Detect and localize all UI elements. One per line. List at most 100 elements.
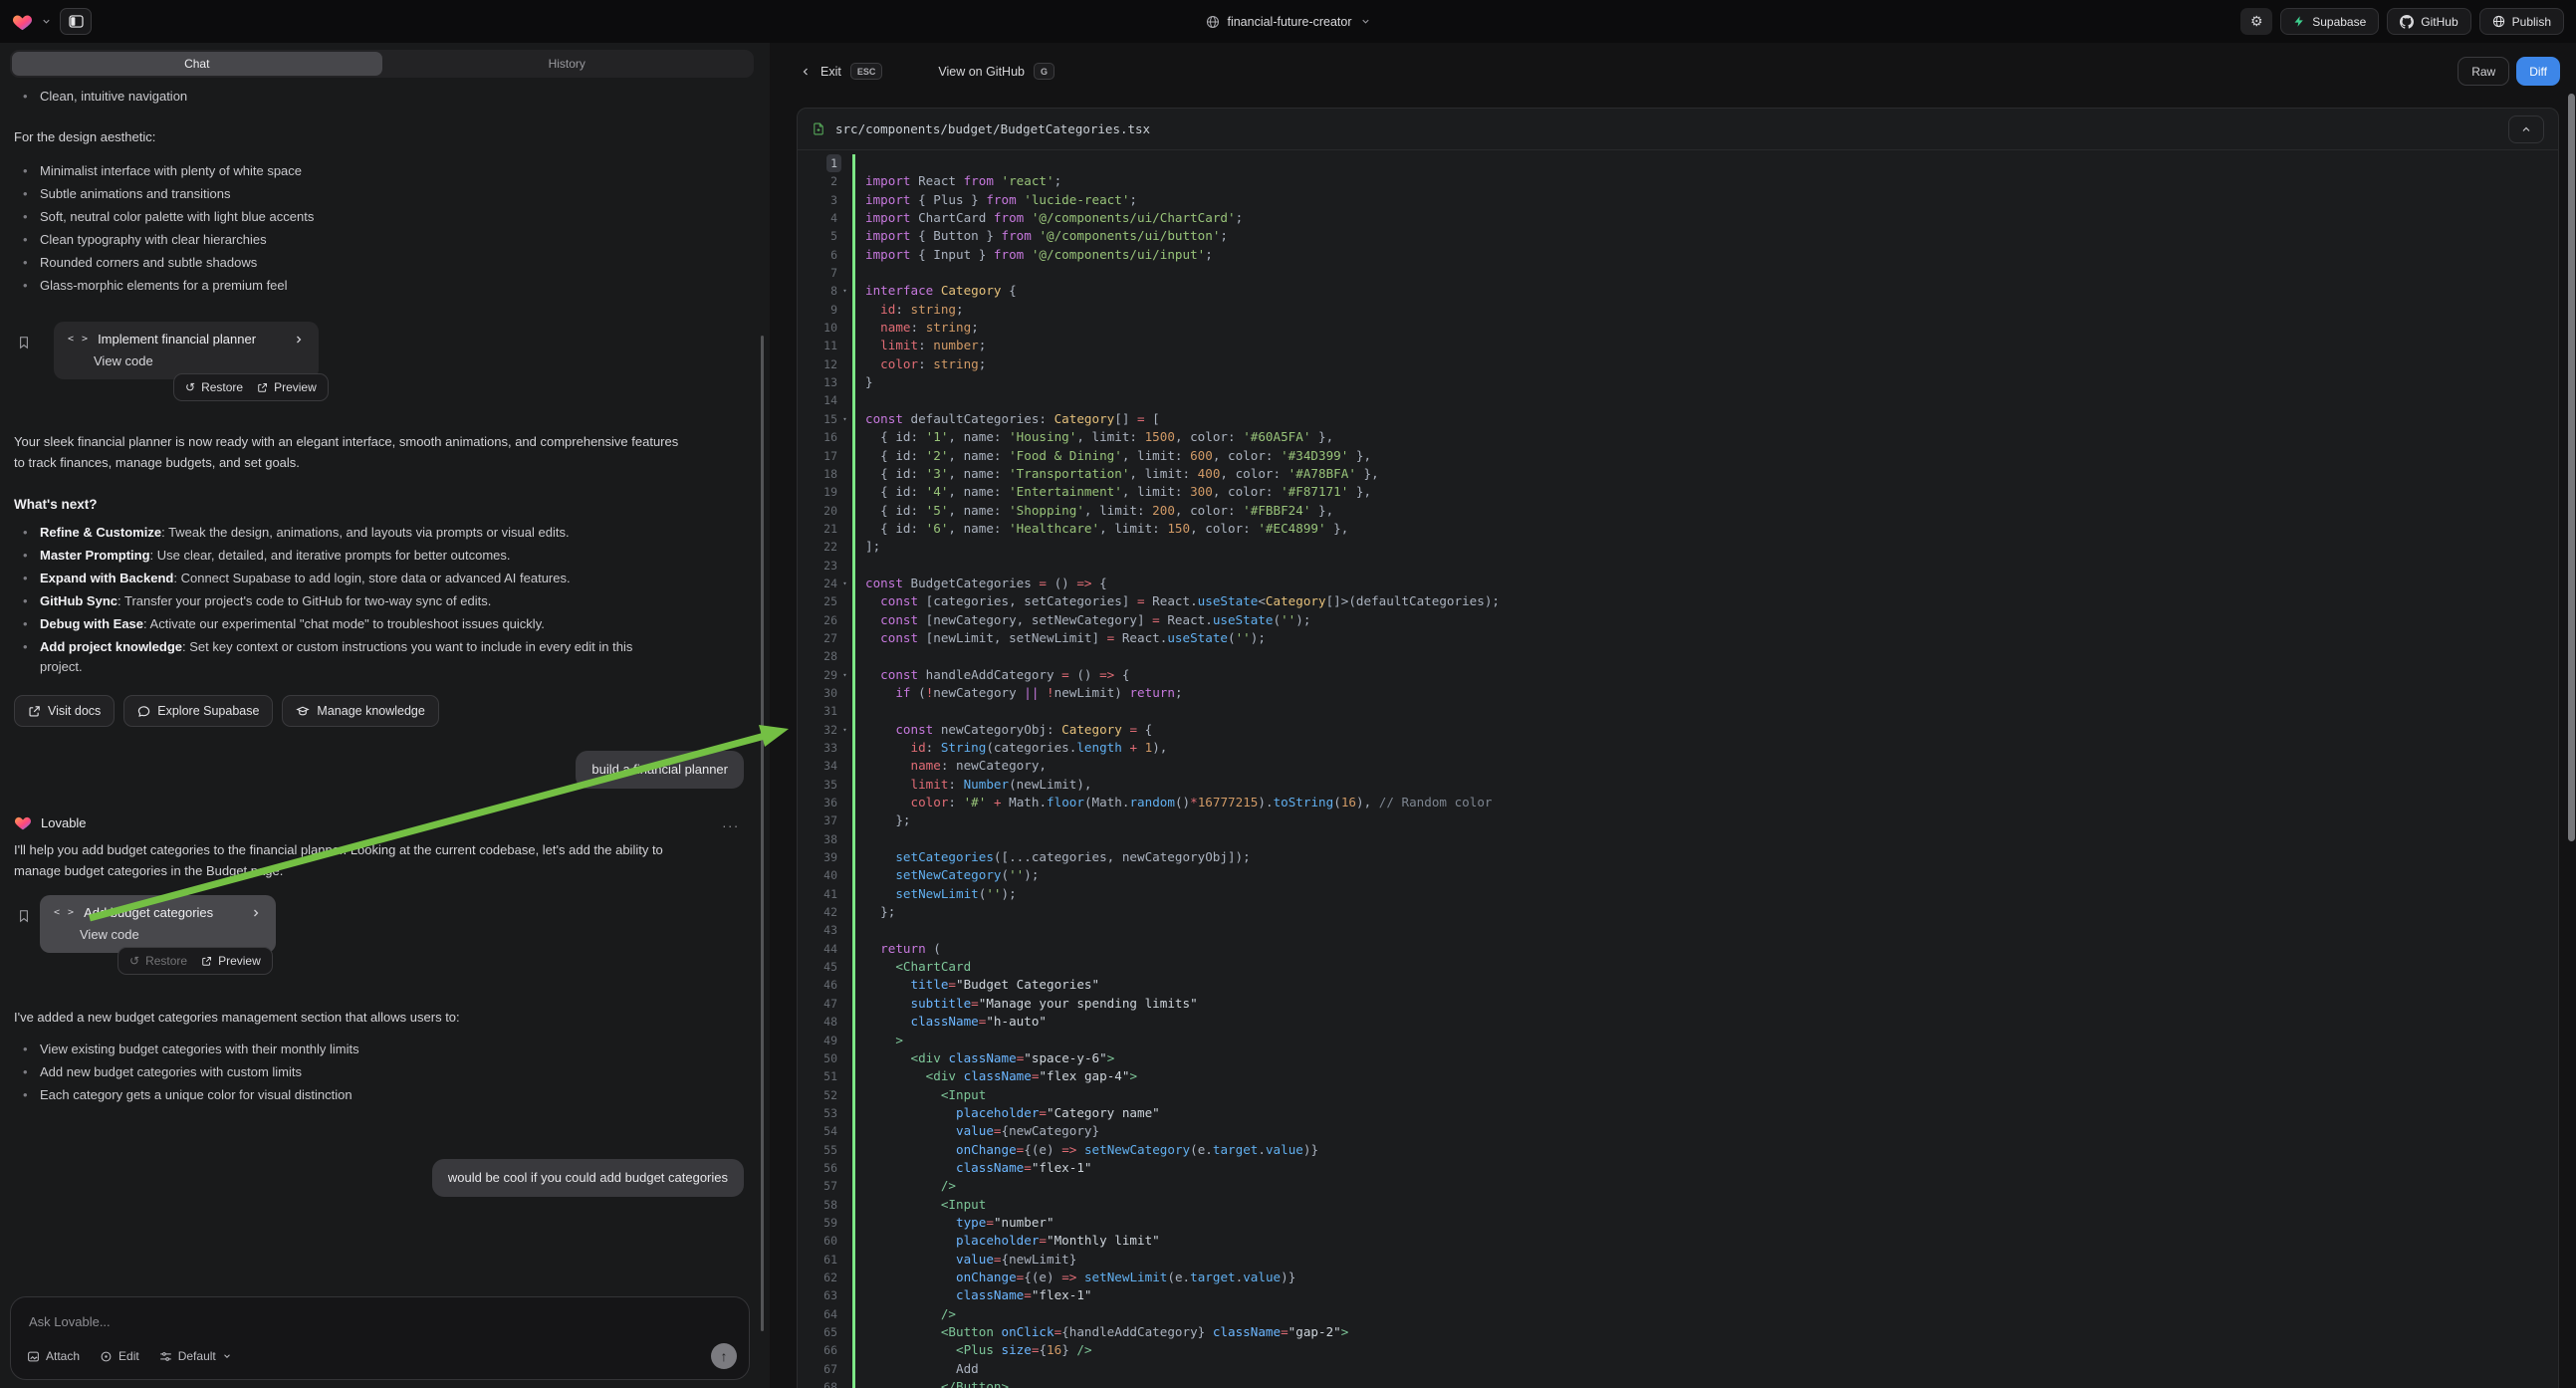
preview-button[interactable]: Preview [257, 380, 317, 394]
code-text: import { Button } from '@/components/ui/… [865, 227, 2558, 245]
line-number: 40 [798, 866, 837, 884]
manage-knowledge-button[interactable]: Manage knowledge [282, 695, 438, 727]
fold-marker [837, 958, 852, 976]
code-icon: < > [54, 907, 75, 918]
window-scrollbar[interactable] [2568, 94, 2575, 841]
supabase-button[interactable]: Supabase [2280, 8, 2379, 35]
code-view-header: Exit ESC View on GitHub G Raw Diff [770, 43, 2576, 100]
fold-marker [837, 629, 852, 647]
restore-button[interactable]: ↺Restore [185, 380, 243, 394]
chat-scrollbar[interactable] [761, 336, 764, 1331]
diff-added-indicator [852, 1196, 855, 1214]
code-text [865, 154, 2558, 172]
settings-button[interactable]: ⚙ [2240, 8, 2272, 35]
bullet-list: Refine & Customize: Tweak the design, an… [14, 523, 744, 677]
more-options-icon[interactable]: ... [722, 814, 744, 830]
code-text: id: string; [865, 301, 2558, 319]
github-button[interactable]: GitHub [2387, 8, 2470, 35]
code-view-panel: Exit ESC View on GitHub G Raw Diff src/c… [770, 43, 2576, 1388]
preview-label: Preview [218, 954, 261, 968]
project-switcher[interactable]: financial-future-creator [1205, 0, 1370, 43]
user-message: would be cool if you could add budget ca… [14, 1159, 744, 1197]
publish-button[interactable]: Publish [2479, 8, 2564, 35]
fold-marker [837, 995, 852, 1013]
toggle-sidebar-button[interactable] [60, 8, 92, 35]
code-line: 7 [798, 264, 2558, 282]
fold-marker[interactable]: ▾ [837, 410, 852, 428]
line-number: 36 [798, 794, 837, 811]
version-card[interactable]: < >Implement financial plannerView code [54, 322, 319, 379]
fold-marker[interactable]: ▾ [837, 666, 852, 684]
diff-added-indicator [852, 483, 855, 501]
workspace-chevron-down-icon[interactable] [41, 16, 52, 27]
code-text: className="flex-1" [865, 1286, 2558, 1304]
fold-marker [837, 538, 852, 556]
fold-marker[interactable]: ▾ [837, 282, 852, 300]
diff-added-indicator [852, 830, 855, 848]
chevron-right-icon[interactable] [222, 907, 262, 919]
send-button[interactable]: ↑ [711, 1343, 737, 1369]
code-text: onChange={(e) => setNewLimit(e.target.va… [865, 1269, 2558, 1286]
code-text: Add [865, 1360, 2558, 1378]
diff-toggle-button[interactable]: Diff [2516, 57, 2560, 86]
tab-history[interactable]: History [382, 52, 753, 76]
raw-toggle-button[interactable]: Raw [2458, 57, 2509, 86]
explore-supabase-button[interactable]: Explore Supabase [123, 695, 273, 727]
diff-added-indicator [852, 629, 855, 647]
list-item: Master Prompting: Use clear, detailed, a… [14, 546, 671, 566]
code-line: 60 placeholder="Monthly limit" [798, 1232, 2558, 1250]
view-on-github-button[interactable]: View on GitHub G [938, 63, 1054, 80]
project-chevron-down-icon [1360, 16, 1371, 27]
exit-button[interactable]: Exit ESC [800, 63, 882, 80]
bookmark-icon[interactable] [18, 909, 30, 923]
restore-button: ↺Restore [129, 954, 187, 968]
file-header[interactable]: src/components/budget/BudgetCategories.t… [798, 109, 2558, 150]
fold-marker [837, 1305, 852, 1323]
visit-docs-button[interactable]: Visit docs [14, 695, 115, 727]
code-text: }; [865, 903, 2558, 921]
edit-mode-button[interactable]: Edit [100, 1349, 139, 1363]
fold-marker [837, 355, 852, 373]
diff-added-indicator [852, 391, 855, 409]
code-line: 52 <Input [798, 1086, 2558, 1104]
chevron-right-icon[interactable] [265, 334, 305, 346]
code-line: 43 [798, 921, 2558, 939]
model-selector[interactable]: Default [159, 1349, 232, 1363]
code-text [865, 647, 2558, 665]
code-text: } [865, 373, 2558, 391]
view-code-link[interactable]: View code [94, 353, 305, 368]
line-number: 19 [798, 483, 837, 501]
lovable-heart-logo[interactable] [12, 12, 33, 31]
code-text: import ChartCard from '@/components/ui/C… [865, 209, 2558, 227]
code-line: 4import ChartCard from '@/components/ui/… [798, 209, 2558, 227]
code-line: 16 { id: '1', name: 'Housing', limit: 15… [798, 428, 2558, 446]
list-item: Subtle animations and transitions [14, 184, 671, 204]
tab-chat[interactable]: Chat [12, 52, 382, 76]
fold-marker [837, 337, 852, 354]
version-card[interactable]: < >Add budget categoriesView code [40, 895, 276, 953]
fold-marker[interactable]: ▾ [837, 721, 852, 739]
fold-marker [837, 794, 852, 811]
code-line: 63 className="flex-1" [798, 1286, 2558, 1304]
diff-added-indicator [852, 1177, 855, 1195]
user-message-bubble: build a financial planner [576, 751, 744, 789]
code-editor[interactable]: 12import React from 'react';3import { Pl… [798, 151, 2558, 1388]
diff-added-indicator [852, 1341, 855, 1359]
line-number: 59 [798, 1214, 837, 1232]
code-line: 18 { id: '3', name: 'Transportation', li… [798, 465, 2558, 483]
line-number: 61 [798, 1251, 837, 1269]
view-code-link[interactable]: View code [80, 927, 262, 942]
restore-label: Restore [201, 380, 243, 394]
fold-marker[interactable]: ▾ [837, 575, 852, 592]
diff-added-indicator [852, 1013, 855, 1031]
collapse-file-button[interactable] [2508, 116, 2544, 143]
code-text: const [categories, setCategories] = Reac… [865, 592, 2558, 610]
preview-button[interactable]: Preview [201, 954, 261, 968]
code-text: type="number" [865, 1214, 2558, 1232]
code-line: 2import React from 'react'; [798, 172, 2558, 190]
code-line: 36 color: '#' + Math.floor(Math.random()… [798, 794, 2558, 811]
attach-button[interactable]: Attach [27, 1349, 80, 1363]
chat-input[interactable]: Ask Lovable... Attach Edit Default ↑ [10, 1296, 750, 1380]
line-number: 15 [798, 410, 837, 428]
bookmark-icon[interactable] [18, 336, 30, 349]
